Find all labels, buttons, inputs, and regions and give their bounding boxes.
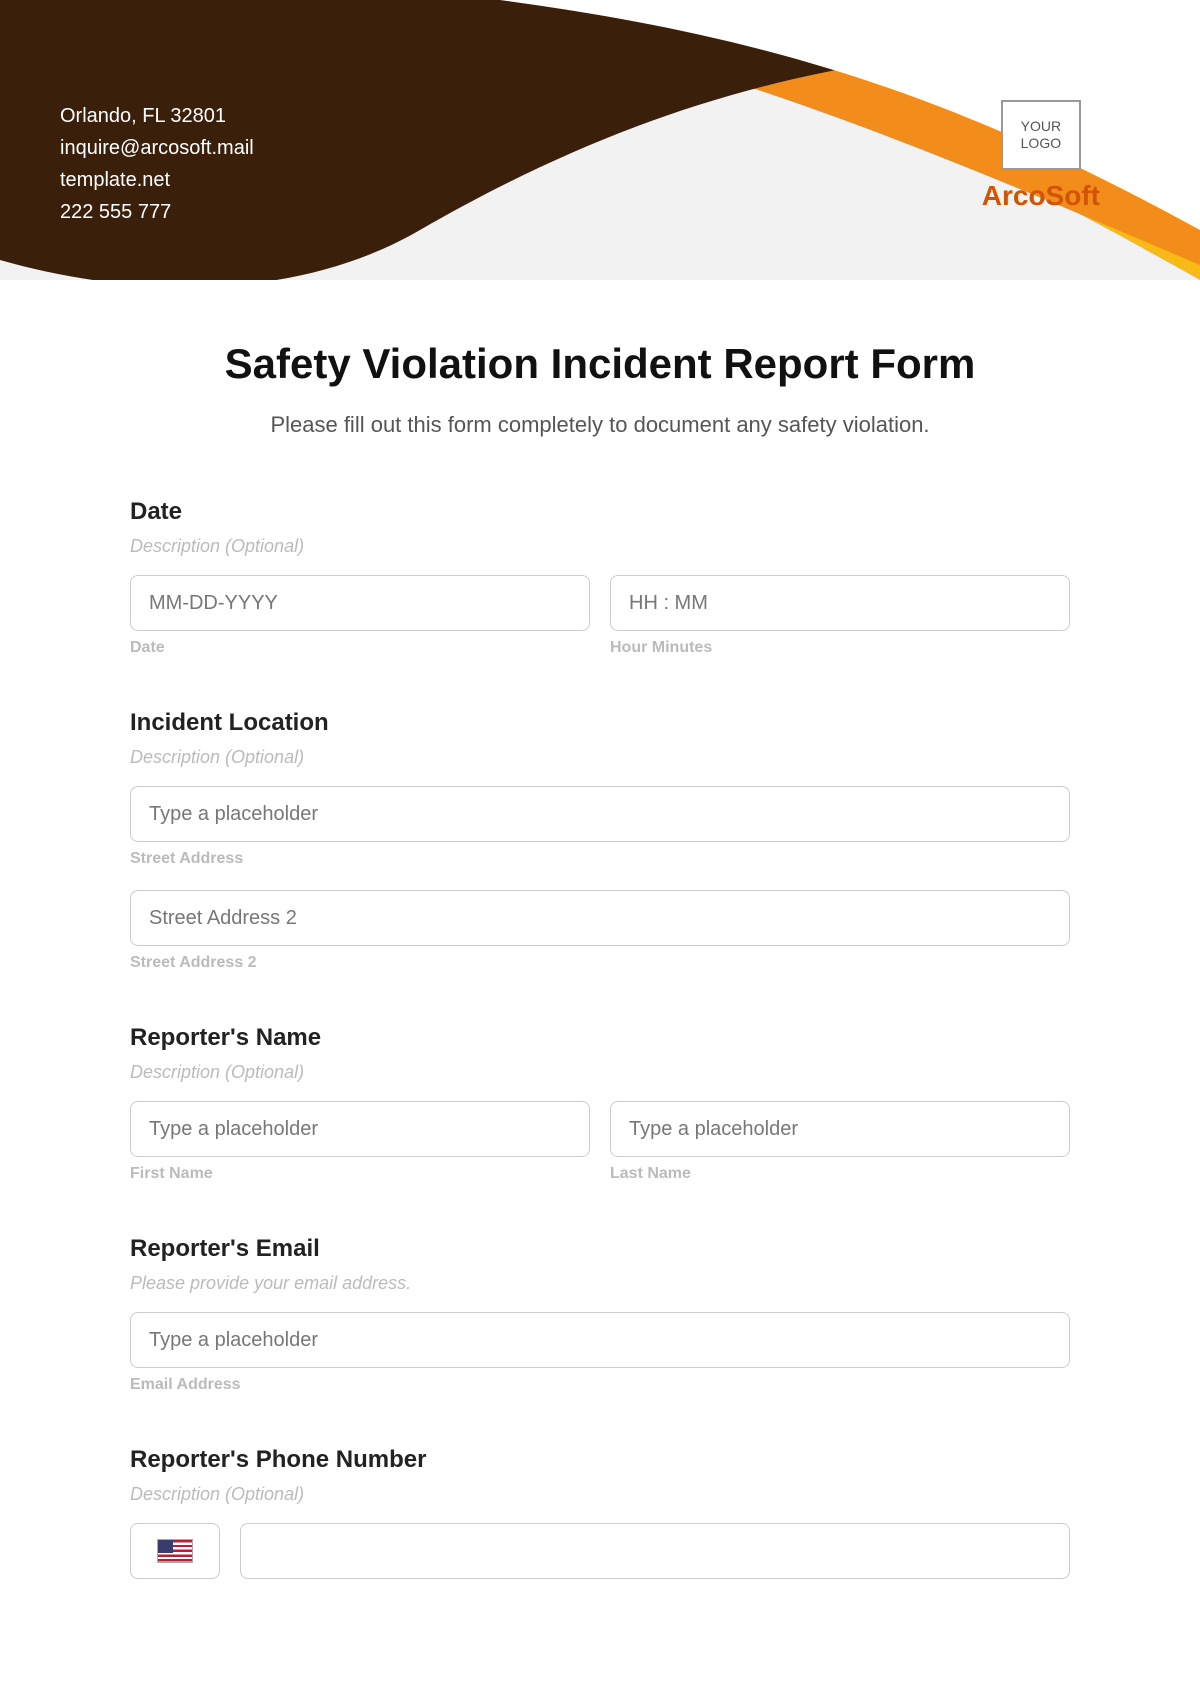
page: Orlando, FL 32801 inquire@arcosoft.mail … (0, 0, 1200, 1700)
first-name-input[interactable] (130, 1101, 590, 1157)
form-body: Safety Violation Incident Report Form Pl… (0, 280, 1200, 1579)
country-code-select[interactable] (130, 1523, 220, 1579)
brand-block: YOUR LOGO ArcoSoft (982, 100, 1100, 212)
location-label: Incident Location (130, 709, 1070, 737)
date-label: Date (130, 498, 1070, 526)
section-date: Date Description (Optional) Date Hour Mi… (130, 498, 1070, 657)
section-reporter-email: Reporter's Email Please provide your ema… (130, 1235, 1070, 1394)
reporter-name-desc: Description (Optional) (130, 1062, 1070, 1083)
contact-email: inquire@arcosoft.mail (60, 132, 254, 164)
street2-input[interactable] (130, 890, 1070, 946)
contact-block: Orlando, FL 32801 inquire@arcosoft.mail … (60, 100, 254, 228)
date-sublabel: Date (130, 639, 590, 657)
reporter-phone-label: Reporter's Phone Number (130, 1446, 1070, 1474)
date-input[interactable] (130, 575, 590, 631)
us-flag-icon (157, 1539, 193, 1563)
contact-phone: 222 555 777 (60, 196, 254, 228)
email-sublabel: Email Address (130, 1376, 1070, 1394)
contact-website: template.net (60, 164, 254, 196)
date-desc: Description (Optional) (130, 536, 1070, 557)
street2-sublabel: Street Address 2 (130, 954, 1070, 972)
reporter-email-label: Reporter's Email (130, 1235, 1070, 1263)
header-banner: Orlando, FL 32801 inquire@arcosoft.mail … (0, 0, 1200, 280)
first-name-sublabel: First Name (130, 1165, 590, 1183)
section-reporter-phone: Reporter's Phone Number Description (Opt… (130, 1446, 1070, 1579)
section-location: Incident Location Description (Optional)… (130, 709, 1070, 972)
street1-input[interactable] (130, 786, 1070, 842)
location-desc: Description (Optional) (130, 747, 1070, 768)
time-sublabel: Hour Minutes (610, 639, 1070, 657)
last-name-input[interactable] (610, 1101, 1070, 1157)
time-input[interactable] (610, 575, 1070, 631)
form-subtitle: Please fill out this form completely to … (130, 412, 1070, 438)
last-name-sublabel: Last Name (610, 1165, 1070, 1183)
street1-sublabel: Street Address (130, 850, 1070, 868)
section-reporter-name: Reporter's Name Description (Optional) F… (130, 1024, 1070, 1183)
logo-placeholder: YOUR LOGO (1001, 100, 1081, 170)
phone-input[interactable] (240, 1523, 1070, 1579)
reporter-email-desc: Please provide your email address. (130, 1273, 1070, 1294)
contact-address: Orlando, FL 32801 (60, 100, 254, 132)
brand-name: ArcoSoft (982, 180, 1100, 212)
reporter-name-label: Reporter's Name (130, 1024, 1070, 1052)
form-title: Safety Violation Incident Report Form (130, 340, 1070, 388)
email-input[interactable] (130, 1312, 1070, 1368)
reporter-phone-desc: Description (Optional) (130, 1484, 1070, 1505)
